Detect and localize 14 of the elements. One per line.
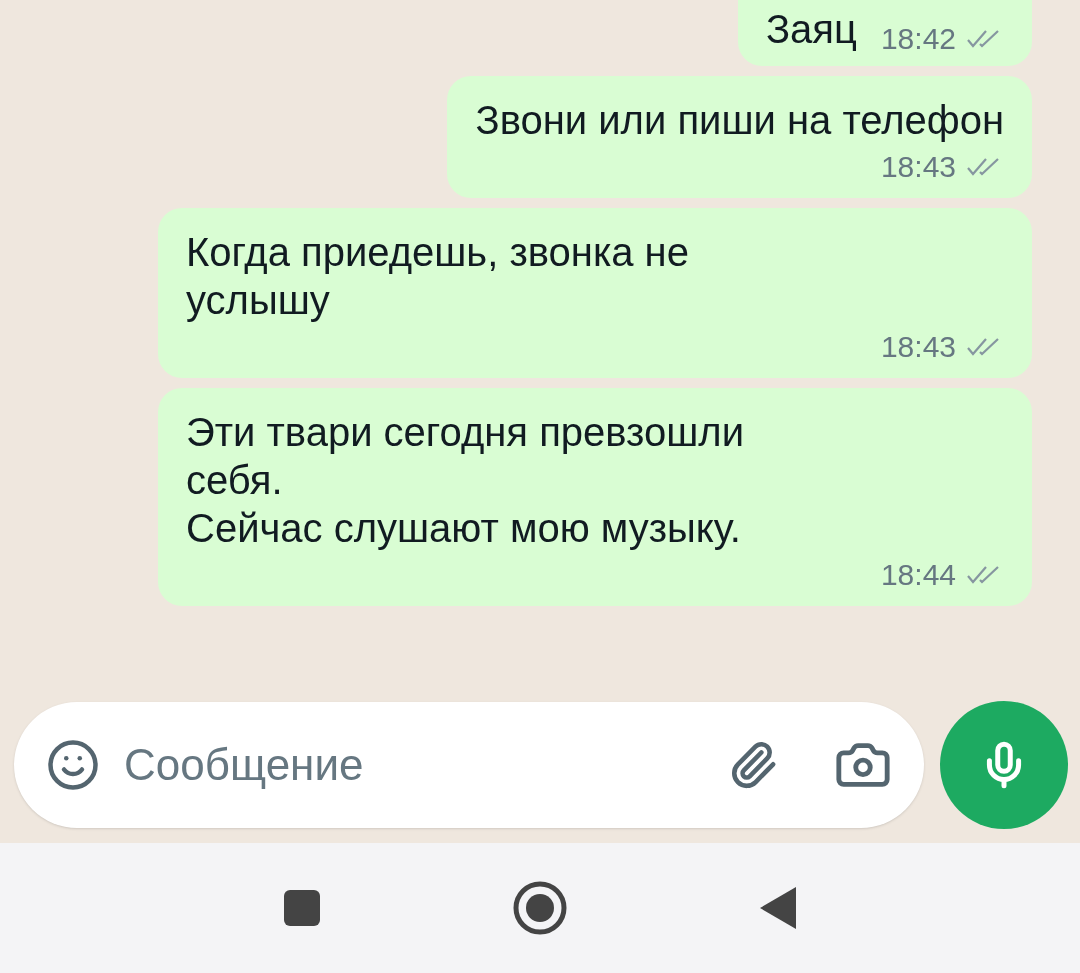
circle-icon[interactable]: [512, 880, 568, 936]
message-time: 18:42: [880, 24, 956, 54]
message-text: Когда приедешь, звонка не услышу: [186, 229, 690, 324]
message-time: 18:43: [880, 152, 956, 182]
emoji-icon[interactable]: [46, 738, 100, 792]
message-time: 18:43: [880, 332, 956, 362]
message-text: Заяц: [765, 6, 857, 53]
message-input-field[interactable]: Сообщение: [124, 732, 704, 798]
message-text: Звони или пиши на телефон: [475, 97, 1004, 144]
square-icon[interactable]: [282, 888, 322, 928]
message-composer[interactable]: Сообщение: [14, 702, 924, 828]
message-text: Эти твари сегодня превзошли себя. Сейчас слушают мою музыку.: [186, 409, 745, 552]
message-time: 18:44: [880, 560, 956, 590]
back-icon[interactable]: [758, 885, 798, 931]
